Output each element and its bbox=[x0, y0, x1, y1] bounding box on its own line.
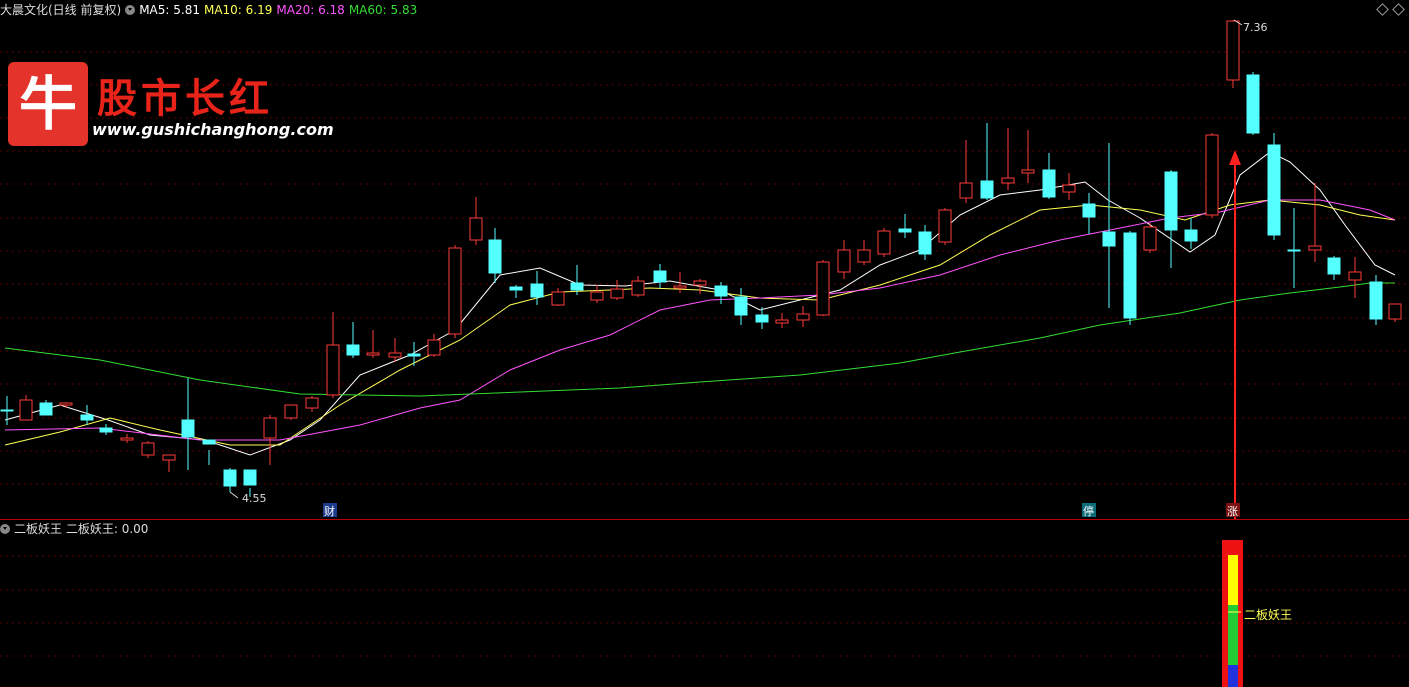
candle-body bbox=[857, 249, 871, 263]
candle-body bbox=[1001, 177, 1015, 184]
dropdown-icon[interactable] bbox=[0, 524, 10, 534]
ma5-value: MA5: 5.81 bbox=[139, 3, 200, 17]
marker-cai: 财 bbox=[324, 504, 335, 518]
candle-body bbox=[346, 344, 360, 356]
candle-body bbox=[1388, 303, 1402, 320]
candle-body bbox=[980, 180, 994, 199]
candle-body bbox=[898, 228, 912, 233]
signal-bar-blue bbox=[1228, 665, 1238, 687]
ma5-line bbox=[4, 151, 1396, 456]
marker-zhang: 涨 bbox=[1227, 505, 1238, 518]
candle-body bbox=[816, 261, 830, 316]
ma60-value: MA60: 5.83 bbox=[348, 3, 418, 17]
candle-body bbox=[1184, 229, 1198, 242]
moving-average-lines bbox=[4, 151, 1396, 456]
candle-body bbox=[673, 285, 687, 289]
signal-bar-green bbox=[1228, 605, 1238, 665]
candle-body bbox=[162, 454, 176, 461]
marker-ting: 停 bbox=[1083, 504, 1094, 518]
candle-body bbox=[0, 409, 14, 412]
candle-body bbox=[1143, 226, 1157, 251]
candle-body bbox=[243, 469, 257, 486]
candle-body bbox=[59, 402, 73, 406]
candle-body bbox=[181, 419, 195, 438]
logo-title: 股市长红 bbox=[97, 75, 273, 122]
candle-body bbox=[223, 469, 237, 487]
arrow-up-icon bbox=[1229, 150, 1241, 165]
candle-body bbox=[653, 270, 667, 283]
candle-body bbox=[1348, 271, 1362, 281]
candle-body bbox=[80, 414, 94, 421]
candle-body bbox=[1308, 245, 1322, 251]
indicator-header: 二板妖王 二板妖王: 0.00 bbox=[0, 521, 148, 537]
candle-body bbox=[837, 249, 851, 273]
low-price-label: 4.55 bbox=[242, 492, 267, 505]
candle-body bbox=[1226, 20, 1240, 81]
candle-body bbox=[19, 399, 33, 421]
candle-body bbox=[1205, 134, 1219, 216]
candle-body bbox=[530, 283, 544, 298]
main-chart-header: 大晨文化(日线 前复权) MA5: 5.81 MA10: 6.19 MA20: 6.1… bbox=[0, 1, 421, 19]
candle-body bbox=[202, 439, 216, 445]
panel-divider[interactable] bbox=[0, 519, 1409, 520]
candle-body bbox=[570, 282, 584, 291]
candle-body bbox=[734, 296, 748, 316]
candle-body bbox=[469, 217, 483, 241]
candle-body bbox=[326, 344, 340, 396]
candle-body bbox=[120, 437, 134, 441]
candle-body bbox=[1164, 171, 1178, 231]
candle-body bbox=[39, 402, 53, 416]
candle-body bbox=[610, 288, 624, 299]
dropdown-icon[interactable] bbox=[125, 5, 136, 15]
grid-lines bbox=[0, 51, 1409, 657]
candle-body bbox=[99, 427, 113, 433]
candle-body bbox=[1327, 257, 1341, 275]
signal-label: 二板妖王 bbox=[1244, 608, 1292, 622]
ma20-value: MA20: 6.18 bbox=[276, 3, 345, 17]
candle-body bbox=[1287, 249, 1301, 252]
indicator-name[interactable]: 二板妖王 bbox=[14, 522, 62, 536]
candle-body bbox=[1082, 203, 1096, 218]
candle-body bbox=[284, 404, 298, 419]
candle-body bbox=[1062, 184, 1076, 193]
candle-body bbox=[755, 314, 769, 323]
candle-body bbox=[141, 442, 155, 456]
chart-window[interactable]: 7.36 4.55 财 停 涨二板妖王 大晨文化(日线 前复权) MA5: 5.81 MA1… bbox=[0, 0, 1409, 687]
candle-body bbox=[1042, 169, 1056, 198]
candle-body bbox=[1267, 144, 1281, 236]
candle-body bbox=[488, 239, 502, 274]
high-price-label: 7.36 bbox=[1243, 21, 1268, 34]
candle-body bbox=[551, 291, 565, 306]
candle-body bbox=[1246, 74, 1260, 134]
ma10-value: MA10: 6.19 bbox=[203, 3, 273, 17]
candle-body bbox=[1021, 169, 1035, 174]
candle-body bbox=[427, 339, 441, 356]
candle-body bbox=[305, 397, 319, 409]
ma60-line bbox=[4, 282, 1395, 397]
candle-body bbox=[590, 291, 604, 301]
logo-url: www.gushichanghong.com bbox=[92, 120, 334, 139]
logo-mark: 牛 bbox=[8, 62, 88, 146]
candle-body bbox=[775, 319, 789, 324]
candle-body bbox=[1123, 232, 1137, 319]
candle-body bbox=[1369, 281, 1383, 320]
candle-body bbox=[959, 182, 973, 199]
candle-body bbox=[918, 231, 932, 255]
candle-body bbox=[388, 352, 402, 358]
candle-body bbox=[714, 285, 728, 297]
candle-body bbox=[1102, 231, 1116, 247]
candle-body bbox=[407, 353, 421, 357]
candle-body bbox=[877, 230, 891, 255]
candle-body bbox=[509, 286, 523, 291]
candle-body bbox=[938, 209, 952, 243]
candle-body bbox=[366, 352, 380, 356]
low-pointer bbox=[229, 491, 239, 499]
candle-body bbox=[631, 280, 645, 296]
indicator-value: 二板妖王: 0.00 bbox=[65, 522, 149, 536]
candle-body bbox=[796, 313, 810, 321]
candle-body bbox=[448, 247, 462, 335]
stock-title[interactable]: 大晨文化(日线 前复权) bbox=[0, 3, 121, 17]
candle-body bbox=[693, 280, 707, 286]
candle-body bbox=[263, 417, 277, 439]
